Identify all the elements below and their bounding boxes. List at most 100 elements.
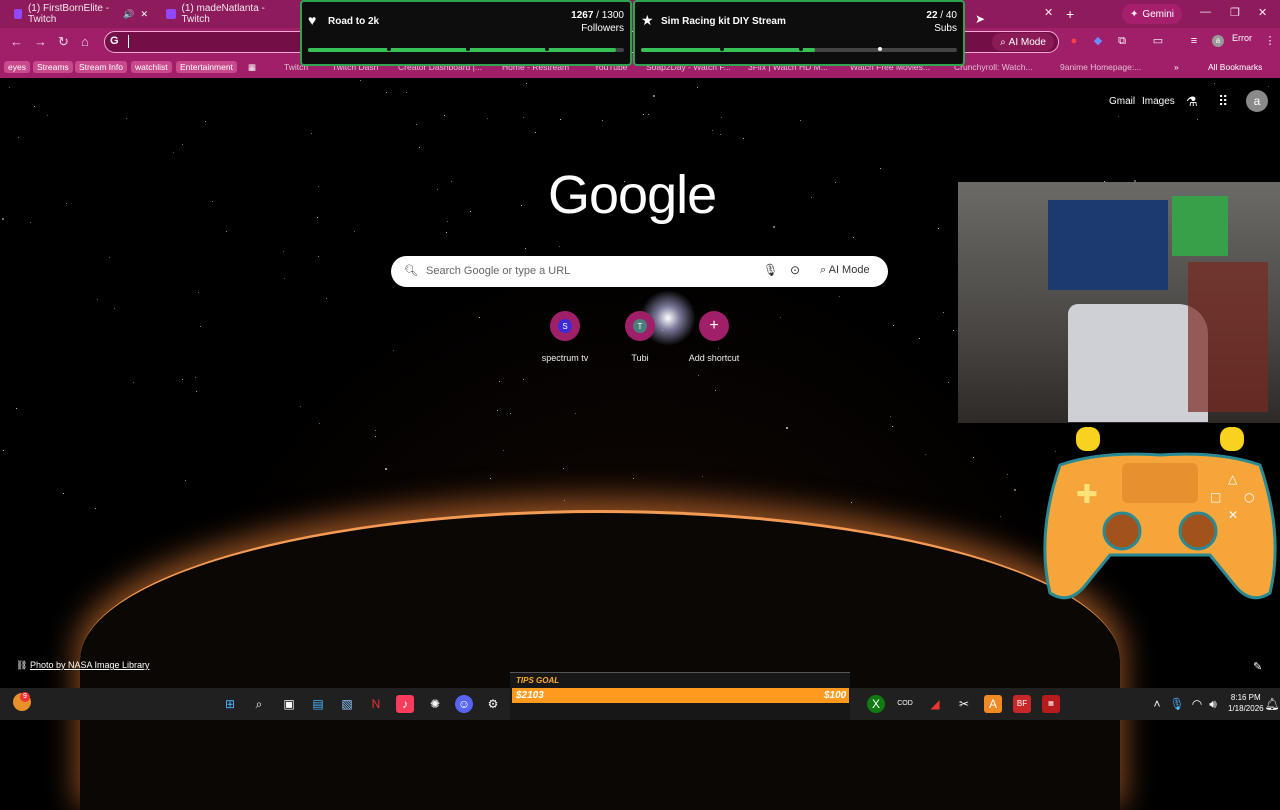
gemini-icon: ✦ [1129,8,1139,20]
star [773,226,775,228]
star [109,257,110,258]
star [185,480,186,481]
star [575,413,576,414]
google-apps-icon[interactable]: ⠿ [1218,93,1228,110]
earth-horizon [80,510,1120,810]
chatgpt-icon[interactable]: ✺ [426,695,444,713]
star [446,232,447,233]
star [510,413,511,414]
clock-time: 8:16 PM [1230,693,1261,702]
tab-label: (1) FirstBornElite - Twitch [27,3,110,25]
bookmark-eyes[interactable]: eyes [4,61,30,73]
call-of-duty-icon[interactable]: COD [896,695,914,713]
app-red-icon[interactable]: ▦ [1042,695,1060,713]
apps-grid-icon[interactable]: ▦ [244,61,260,74]
close-tab-icon[interactable]: ✕ [140,9,148,20]
menu-icon[interactable]: ⋮ [1264,35,1276,47]
microphone-tray-icon[interactable]: 🎙︎ [1168,695,1186,713]
minimize-icon[interactable]: — [1200,6,1211,18]
netflix-icon[interactable]: N [367,695,385,713]
star [1268,86,1269,87]
tray-overflow-icon[interactable]: ˄ [1148,695,1166,713]
file-explorer-icon[interactable]: ▤ [309,695,327,713]
gmail-link[interactable]: Gmail [1109,96,1135,107]
cast-icon[interactable]: ▭ [1152,35,1164,47]
discord-icon[interactable]: ☺ [455,695,473,713]
bookmark-entertainment[interactable]: Entertainment [176,61,237,73]
photos-icon[interactable]: ▧ [338,695,356,713]
xbox-icon[interactable]: X [867,695,885,713]
back-icon[interactable]: ← [10,34,23,49]
settings-gear-icon[interactable]: ⚙ [484,695,502,713]
bookmark-streams[interactable]: Streams [33,61,73,73]
images-link[interactable]: Images [1142,96,1175,107]
star [1118,116,1119,117]
shortcut-label: spectrum tv [541,353,589,363]
followers-progress-bar [308,47,624,52]
home-icon[interactable]: ⌂ [81,34,89,49]
bookmark-9anime[interactable]: 9anime Homepage:... [1056,61,1145,73]
svg-text:□: □ [1210,490,1221,504]
close-window-icon[interactable]: ✕ [1258,6,1267,19]
google-lens-icon[interactable]: ⊙ [790,263,800,277]
star [564,500,565,501]
reload-icon[interactable]: ↻ [58,34,69,50]
star [698,375,699,376]
apple-music-icon[interactable]: ♪ [396,695,414,713]
extension-icon[interactable]: ● [1068,35,1080,47]
new-tab-button[interactable]: + [1066,6,1074,22]
star [66,203,67,204]
volume-icon[interactable]: 🔊︎ [1204,695,1222,713]
star [386,92,387,93]
search-input[interactable]: Search Google or type a URL [426,265,570,277]
snipping-tool-icon[interactable]: ✂ [955,695,973,713]
customize-pencil-icon[interactable]: ✎ [1253,660,1262,673]
taskbar-clock[interactable]: 8:16 PM 1/18/2026 [1228,692,1264,714]
extensions-puzzle-icon[interactable]: ⧉ [1116,35,1128,47]
gemini-button[interactable]: ✦ Gemini [1122,4,1182,24]
bookmark-stream-info[interactable]: Stream Info [75,61,127,73]
shortcut-spectrum-tv[interactable]: S [550,311,580,341]
search-sparkle-icon: ⌕ [1000,36,1006,48]
task-view-icon[interactable]: ▣ [280,695,298,713]
racing-app-icon[interactable]: ◢ [926,695,944,713]
photo-credit-link[interactable]: ⛓ Photo by NASA Image Library [16,660,150,671]
bookmark-all-bookmarks[interactable]: All Bookmarks [1204,61,1266,73]
star [318,256,319,257]
star [284,278,285,279]
labs-flask-icon[interactable]: ⚗ [1186,94,1198,110]
star [16,408,17,409]
windows-start-icon[interactable]: ⊞ [221,695,239,713]
tab-search-icon[interactable]: ≡ [1188,35,1200,47]
shortcut-tubi[interactable]: T [625,311,655,341]
app-bf-icon[interactable]: BF [1013,695,1031,713]
shortcut-label: Add shortcut [688,353,740,363]
account-avatar[interactable]: a [1246,90,1268,112]
tab-firstbornelite[interactable]: (1) FirstBornElite - Twitch 🔊 ✕ [6,0,156,28]
svg-text:✚: ✚ [1076,480,1098,510]
bookmarks-overflow-icon[interactable]: » [1170,61,1183,73]
star [1000,516,1001,517]
tubi-favicon: T [633,319,647,333]
star [226,231,227,232]
error-badge[interactable]: Error [1232,33,1252,43]
star [1197,119,1198,120]
star [451,181,452,182]
add-shortcut-button[interactable]: + [699,311,729,341]
profile-avatar[interactable]: a [1212,35,1224,47]
extension-shield-icon[interactable]: ◆ [1092,35,1104,47]
notifications-bell-icon[interactable]: 🔔︎ [1263,695,1280,713]
forward-icon[interactable]: → [34,34,47,49]
ai-mode-search-button[interactable]: ⌕ AI Mode [820,264,870,277]
star [780,317,781,318]
microphone-icon[interactable]: 🎙︎ [763,263,778,277]
star [525,248,526,249]
close-tab-icon[interactable]: ✕ [1044,6,1053,19]
app-a-icon[interactable]: A [984,695,1002,713]
maximize-icon[interactable]: ❐ [1230,6,1240,19]
tab-madenatlanta[interactable]: (1) madeNatlanta - Twitch [158,0,298,28]
search-taskbar-icon[interactable]: ⌕ [250,695,268,713]
svg-text:✕: ✕ [1228,508,1238,522]
ai-mode-button[interactable]: ⌕ AI Mode [992,33,1054,51]
bookmark-watchlist[interactable]: watchlist [131,61,172,73]
